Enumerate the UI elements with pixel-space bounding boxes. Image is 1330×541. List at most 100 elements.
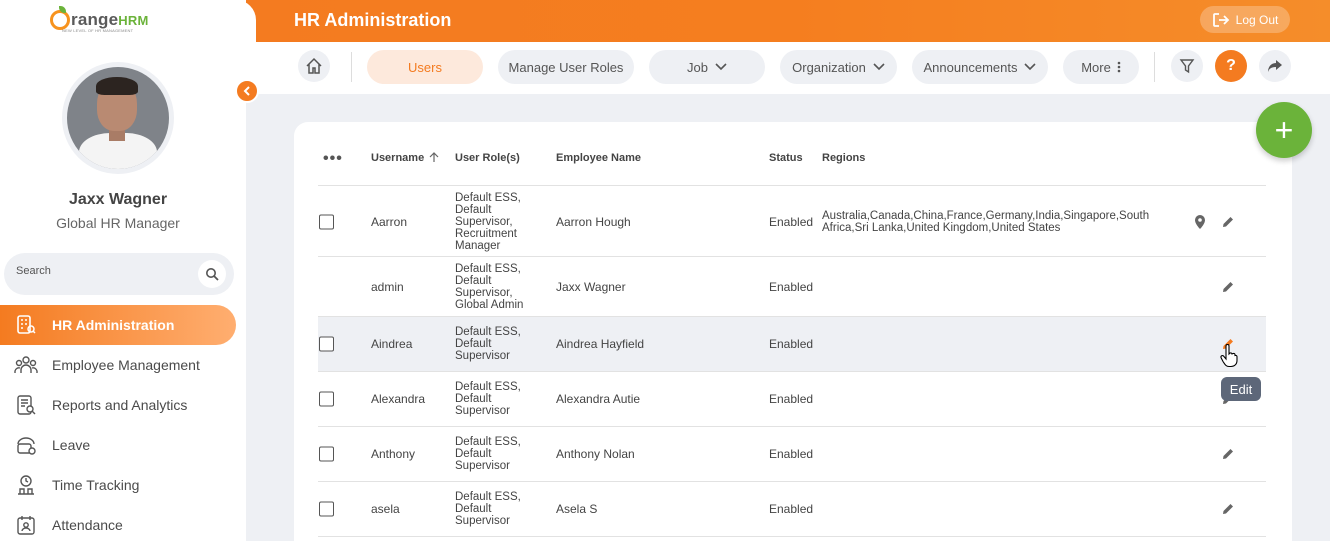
tab-divider [1154, 52, 1155, 82]
chevron-down-icon [873, 63, 885, 71]
tab-manage-user-roles[interactable]: Manage User Roles [498, 50, 634, 84]
table-header: ••• Username User Role(s) Employee Name … [318, 138, 1266, 186]
sidebar-item-time-tracking[interactable]: Time Tracking [0, 465, 246, 505]
edit-pencil-icon[interactable] [1221, 280, 1235, 294]
roles-cell: Default ESS, Default Supervisor [455, 436, 521, 472]
column-user-roles: User Role(s) [455, 152, 520, 164]
edit-pencil-icon[interactable] [1221, 502, 1235, 516]
sidebar-nav: HR Administration Employee Management Re… [0, 305, 246, 541]
edit-tooltip: Edit [1221, 377, 1261, 401]
top-tab-bar: Users Manage User Roles Job Organization… [246, 42, 1330, 94]
tab-users[interactable]: Users [367, 50, 483, 84]
employee-cell: Asela S [556, 502, 598, 516]
location-pin-icon[interactable] [1194, 214, 1206, 230]
username-cell: asela [371, 502, 400, 516]
avatar[interactable] [62, 62, 174, 174]
profile-name: Jaxx Wagner [68, 191, 168, 208]
table-row[interactable]: Anthony Default ESS, Default Supervisor … [318, 427, 1266, 482]
sidebar-item-label: Time Tracking [52, 477, 140, 493]
filter-button[interactable] [1171, 50, 1203, 82]
share-arrow-icon [1268, 60, 1282, 72]
search-input[interactable] [16, 265, 186, 277]
leave-icon [14, 433, 38, 457]
logout-icon [1212, 12, 1229, 27]
username-cell: Alexandra [371, 392, 426, 406]
tab-more[interactable]: More [1063, 50, 1139, 84]
status-cell: Enabled [769, 502, 814, 516]
profile-photo [67, 67, 169, 169]
employee-cell: Jaxx Wagner [556, 279, 626, 294]
roles-cell: Default ESS, Default Supervisor [455, 491, 521, 527]
column-username[interactable]: Username [371, 152, 439, 164]
username-cell: Anthony [371, 447, 416, 461]
top-header: HR Administration Log Out [246, 0, 1330, 42]
roles-cell: Default ESS, Default Supervisor, Global … [455, 262, 524, 311]
people-icon [14, 353, 38, 377]
regions-cell: Australia,Canada,China,France,Germany,In… [822, 209, 1150, 234]
row-checkbox[interactable] [319, 391, 334, 407]
attendance-icon [14, 513, 38, 537]
column-status: Status [769, 152, 803, 164]
help-button[interactable]: ? [1215, 50, 1247, 82]
status-cell: Enabled [769, 447, 814, 461]
edit-pencil-icon[interactable] [1221, 447, 1235, 461]
status-cell: Enabled [769, 279, 814, 294]
add-user-button[interactable]: + [1256, 102, 1312, 158]
sidebar-item-leave[interactable]: Leave [0, 425, 246, 465]
sidebar-item-attendance[interactable]: Attendance [0, 505, 246, 541]
table-row[interactable]: Aindrea Default ESS, Default Supervisor … [318, 317, 1266, 372]
roles-cell: Default ESS, Default Supervisor, Recruit… [455, 191, 521, 252]
time-icon [14, 473, 38, 497]
sidebar: rangeHRM NEW LEVEL OF HR MANAGEMENT Jaxx… [0, 0, 246, 541]
chevron-left-icon [243, 86, 250, 96]
hr-admin-icon [14, 313, 38, 337]
sidebar-item-label: Reports and Analytics [52, 397, 188, 413]
table-row[interactable]: asela Default ESS, Default Supervisor As… [318, 482, 1266, 537]
column-employee-name: Employee Name [556, 152, 641, 164]
row-checkbox[interactable] [319, 446, 334, 462]
employee-cell: Alexandra Autie [556, 392, 641, 406]
tab-announcements[interactable]: Announcements [912, 50, 1048, 84]
tab-job[interactable]: Job [649, 50, 765, 84]
table-row[interactable]: Alexandra Default ESS, Default Superviso… [318, 372, 1266, 427]
row-checkbox[interactable] [319, 501, 334, 517]
roles-cell: Default ESS, Default Supervisor [455, 326, 521, 362]
home-icon [306, 57, 322, 74]
more-horizontal-icon[interactable]: ••• [323, 150, 343, 168]
tab-organization[interactable]: Organization [780, 50, 897, 84]
question-icon: ? [1226, 57, 1236, 74]
logo-text: rangeHRM [71, 10, 149, 29]
edit-pencil-icon[interactable] [1221, 215, 1235, 229]
report-icon [14, 393, 38, 417]
share-button[interactable] [1259, 50, 1291, 82]
logo-mark [50, 6, 70, 30]
username-cell: Aindrea [371, 337, 413, 351]
table-row[interactable]: Aarron Default ESS, Default Supervisor, … [318, 187, 1266, 257]
sidebar-item-employee-management[interactable]: Employee Management [0, 345, 246, 385]
logout-button[interactable]: Log Out [1200, 6, 1290, 33]
logo-tagline: NEW LEVEL OF HR MANAGEMENT [62, 28, 134, 33]
sidebar-item-label: Attendance [52, 517, 123, 533]
sidebar-item-label: Leave [52, 437, 91, 453]
username-cell: admin [371, 279, 404, 294]
table-row[interactable]: admin Default ESS, Default Supervisor, G… [318, 257, 1266, 317]
column-regions: Regions [822, 152, 866, 164]
page-title: HR Administration [294, 10, 452, 30]
sort-up-icon [429, 152, 439, 162]
home-button[interactable] [298, 50, 330, 82]
sidebar-item-reports-and-analytics[interactable]: Reports and Analytics [0, 385, 246, 425]
username-cell: Aarron [371, 214, 408, 229]
chevron-down-icon [715, 63, 727, 71]
chevron-down-icon [1024, 63, 1037, 71]
status-cell: Enabled [769, 337, 814, 351]
status-cell: Enabled [769, 392, 814, 406]
row-checkbox[interactable] [319, 214, 334, 229]
employee-cell: Aindrea Hayfield [556, 337, 645, 351]
sidebar-collapse-button[interactable] [235, 79, 259, 103]
sidebar-item-label: HR Administration [52, 317, 175, 333]
sidebar-item-label: Employee Management [52, 357, 200, 373]
tab-divider [351, 52, 352, 82]
search-icon[interactable] [198, 260, 226, 288]
row-checkbox[interactable] [319, 336, 334, 352]
sidebar-item-hr-administration[interactable]: HR Administration [0, 305, 236, 345]
